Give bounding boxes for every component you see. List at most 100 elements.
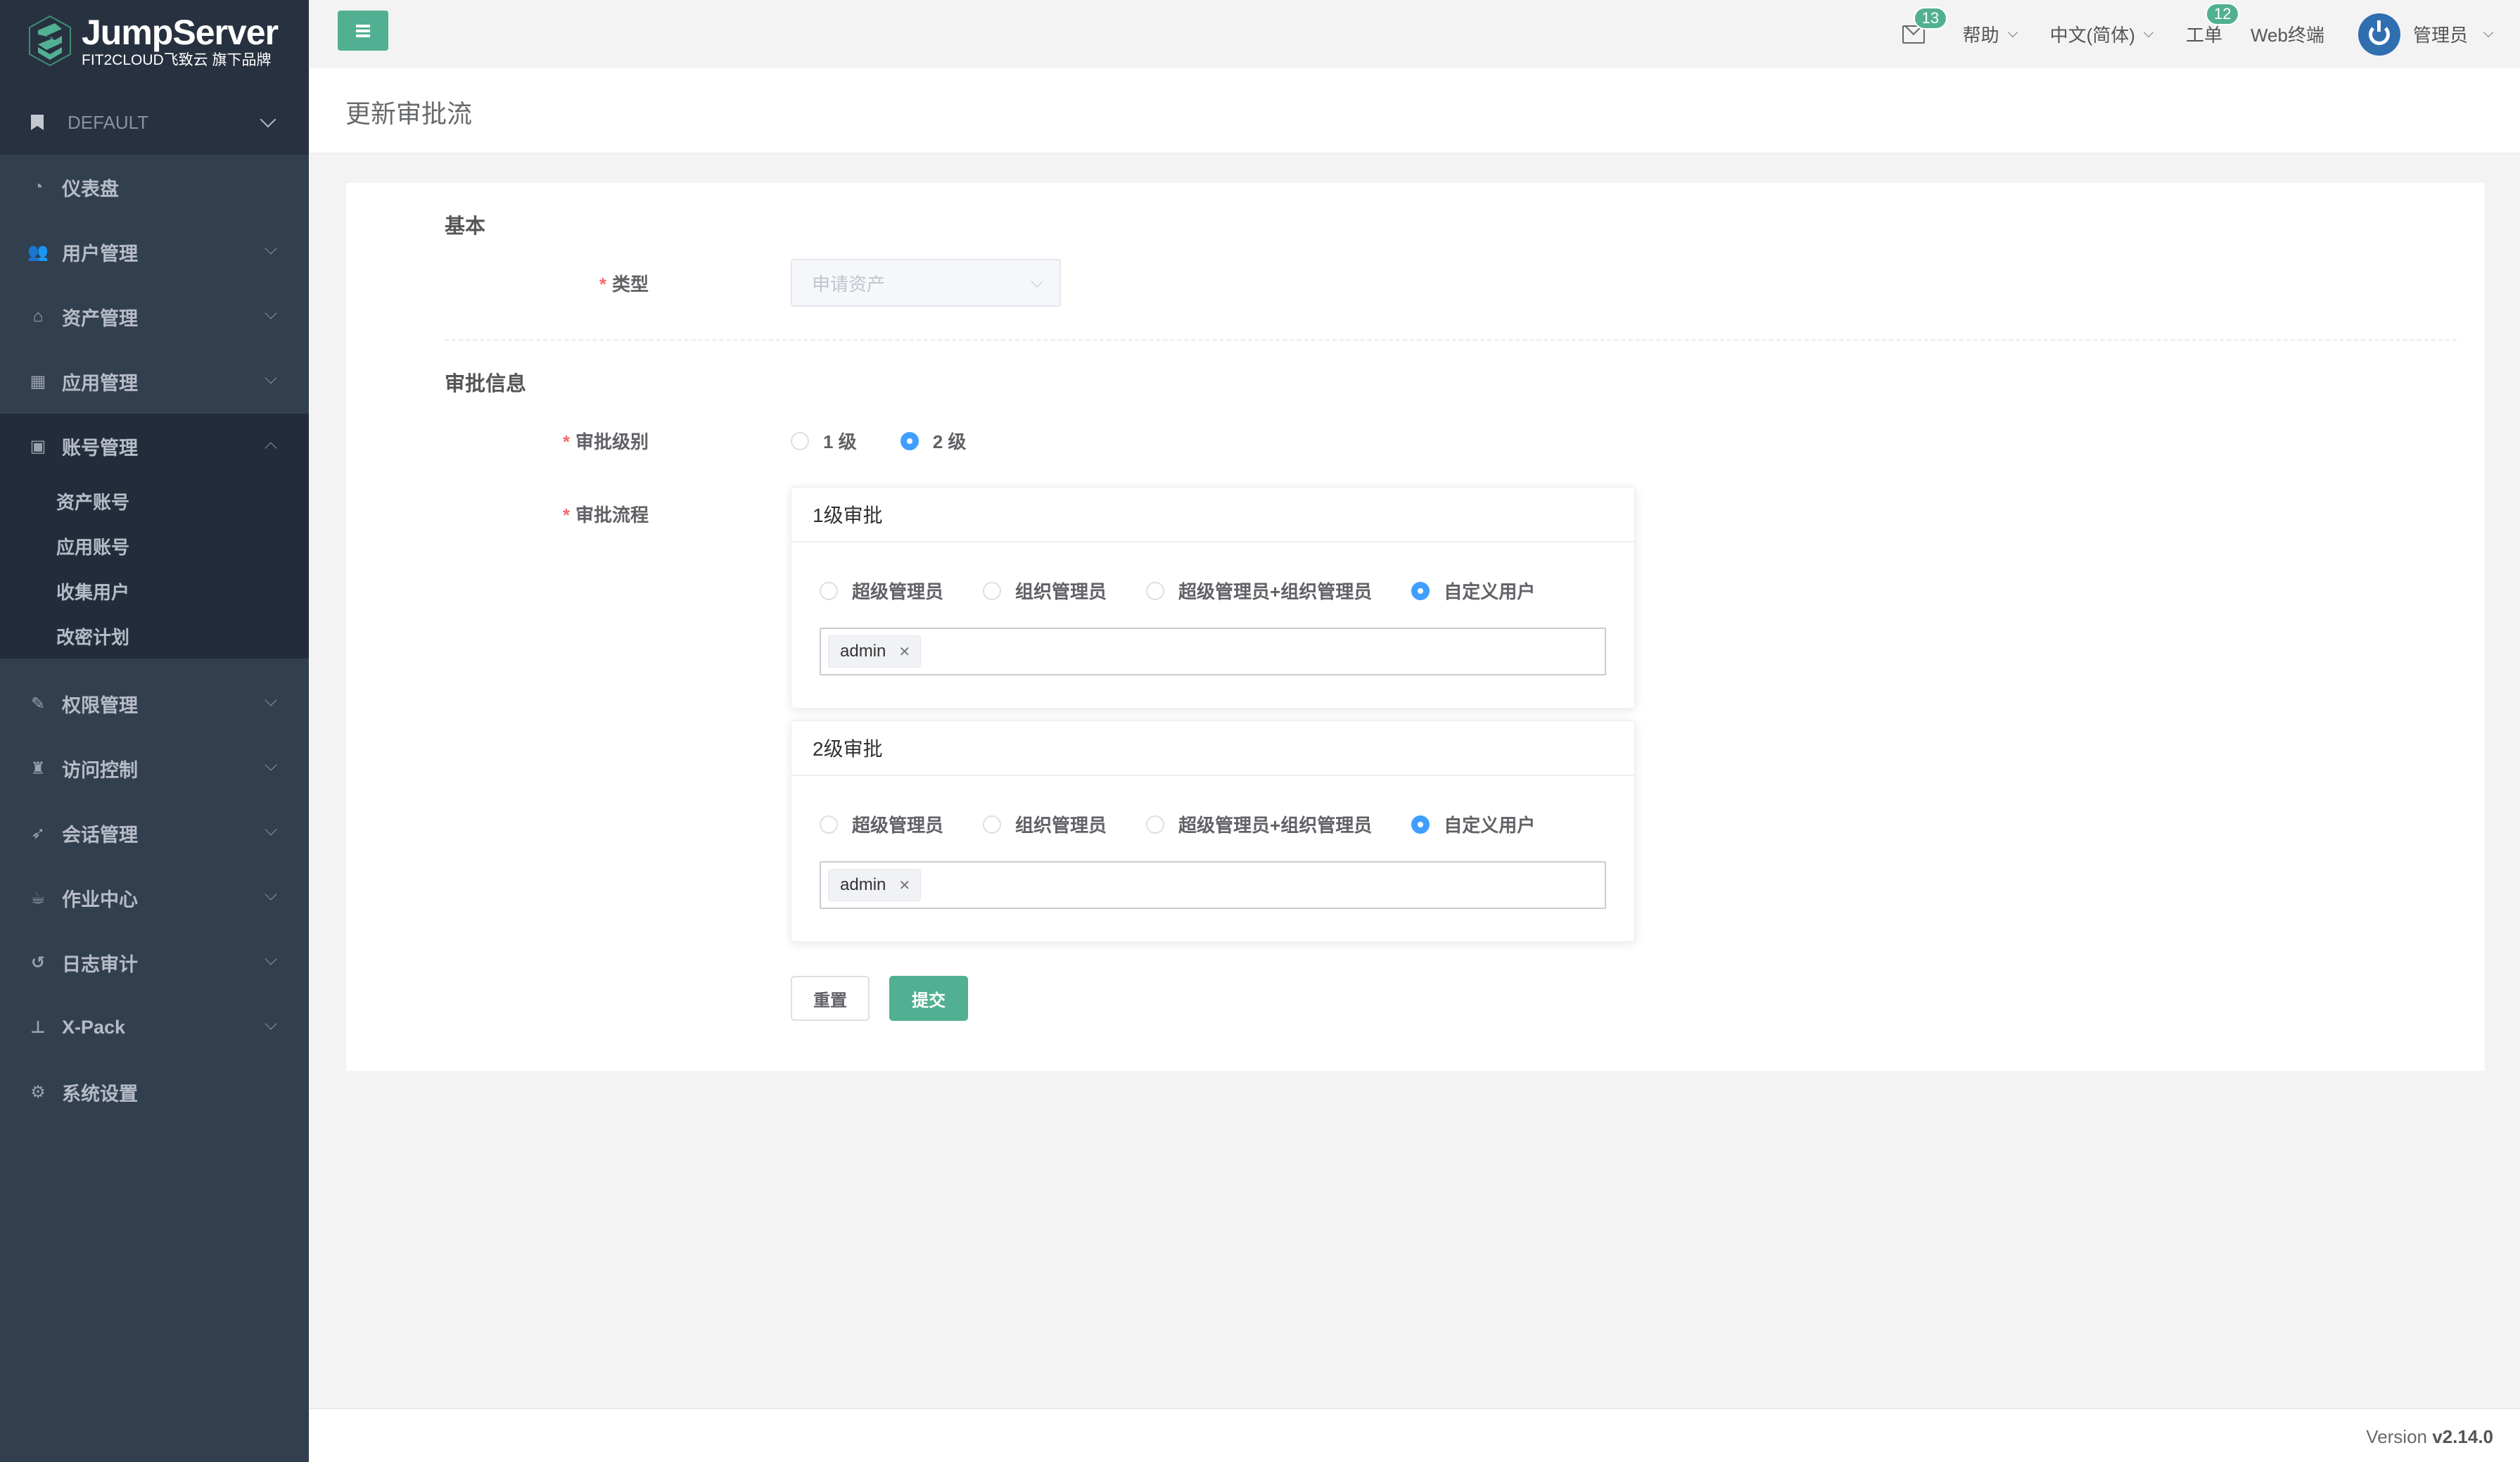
org-selector[interactable]: DEFAULT (0, 90, 309, 155)
jumpserver-logo-icon (29, 15, 71, 67)
sidebar-item-audits[interactable]: ↺ 日志审计 (0, 930, 309, 995)
sidebar-subitem-gathered-users[interactable]: 收集用户 (0, 568, 309, 614)
sidebar-item-label: 权限管理 (62, 694, 138, 716)
logo[interactable]: JumpServer FIT2CLOUD飞致云 旗下品牌 (28, 13, 279, 69)
reset-button[interactable]: 重置 (791, 976, 870, 1021)
language-dropdown[interactable]: 中文(简体) (2049, 21, 2154, 47)
version-number: v2.14.0 (2432, 1426, 2493, 1447)
sidebar-item-label: 资产管理 (62, 307, 138, 329)
approver-radio-custom-user[interactable]: 自定义用户 (1411, 578, 1535, 604)
approver-radio-super-admin[interactable]: 超级管理员 (820, 578, 943, 604)
approval-flow-form: 基本 * 类型 申请资产 审批信息 * 审批级别 1 级 2 级 * 审批流程 1级审… (346, 183, 2485, 1071)
level-radio-2[interactable]: 2 级 (900, 428, 967, 454)
help-dropdown[interactable]: 帮助 (1962, 21, 2018, 47)
approver-users-select[interactable]: admin ✕ (820, 861, 1606, 909)
type-label-text: 类型 (611, 274, 649, 295)
approver-users-select[interactable]: admin ✕ (820, 628, 1606, 675)
chevron-down-icon (260, 111, 276, 128)
sidebar-item-label: 应用管理 (62, 372, 138, 394)
sidebar-subitem-change-password-plan[interactable]: 改密计划 (0, 614, 309, 659)
sidebar-item-applications[interactable]: ▦ 应用管理 (0, 349, 309, 414)
user-name: 管理员 (2412, 25, 2468, 46)
chevron-down-icon (2483, 27, 2494, 37)
user-tag-label: admin (840, 642, 886, 661)
bookmark-icon (31, 115, 44, 130)
sidebar-item-label: 作业中心 (62, 889, 138, 910)
sidebar-item-accounts[interactable]: ▣ 账号管理 (0, 414, 309, 478)
sidebar-item-label: 日志审计 (62, 953, 138, 975)
chevron-down-icon (265, 823, 277, 836)
castle-icon: ♜ (30, 758, 46, 778)
close-icon[interactable]: ✕ (898, 643, 910, 661)
chevron-down-icon (265, 694, 277, 706)
sidebar-item-label: 会话管理 (62, 824, 138, 846)
sidebar-item-label: 用户管理 (62, 243, 138, 265)
chevron-down-icon (2143, 27, 2154, 37)
radio-label: 2 级 (932, 431, 967, 452)
required-mark: * (562, 504, 570, 526)
sidebar-item-settings[interactable]: ⚙ 系统设置 (0, 1060, 309, 1124)
approver-radio-super-and-org-admin[interactable]: 超级管理员+组织管理员 (1146, 811, 1372, 837)
user-dropdown[interactable]: 管理员 (2357, 13, 2494, 56)
level-radio-1[interactable]: 1 级 (791, 428, 857, 454)
mail-badge: 13 (1913, 6, 1948, 30)
brand-title: JumpServer (82, 13, 279, 52)
close-icon[interactable]: ✕ (898, 877, 910, 894)
approver-radio-org-admin[interactable]: 组织管理员 (983, 578, 1107, 604)
avatar (2357, 13, 2400, 56)
radio-label: 组织管理员 (1015, 581, 1107, 602)
edit-icon: ✎ (30, 694, 46, 713)
sidebar: JumpServer FIT2CLOUD飞致云 旗下品牌 DEFAULT ◔ 仪… (0, 0, 309, 1462)
required-mark: * (562, 431, 570, 452)
sidebar-subitem-app-accounts[interactable]: 应用账号 (0, 523, 309, 568)
type-select[interactable]: 申请资产 (791, 259, 1061, 307)
mail-button[interactable]: 13 (1902, 6, 1948, 44)
sidebar-subitem-asset-accounts[interactable]: 资产账号 (0, 478, 309, 523)
radio-unchecked-icon (820, 815, 838, 834)
radio-label: 超级管理员 (852, 581, 944, 602)
radio-unchecked-icon (983, 581, 1002, 600)
approver-radio-group: 超级管理员 组织管理员 超级管理员+组织管理员 自定义用户 (820, 811, 1606, 837)
submit-button[interactable]: 提交 (889, 976, 968, 1021)
approver-radio-org-admin[interactable]: 组织管理员 (983, 811, 1107, 837)
web-terminal-link[interactable]: Web终端 (2251, 21, 2324, 47)
sidebar-item-assets[interactable]: ⌂ 资产管理 (0, 284, 309, 349)
radio-label: 1 级 (823, 431, 857, 452)
radio-label: 超级管理员 (852, 815, 944, 836)
radio-checked-icon (900, 431, 919, 450)
coffee-icon: ☕ (30, 888, 46, 908)
sidebar-item-permissions[interactable]: ✎ 权限管理 (0, 671, 309, 736)
radio-unchecked-icon (983, 815, 1002, 834)
sidebar-item-label: X-Pack (62, 1016, 126, 1038)
sidebar-item-access-control[interactable]: ♜ 访问控制 (0, 736, 309, 801)
approver-radio-custom-user[interactable]: 自定义用户 (1411, 811, 1535, 837)
cogs-icon: ⚙ (30, 1082, 46, 1102)
section-divider (445, 339, 2457, 341)
sidebar-toggle-button[interactable] (338, 11, 388, 51)
chevron-down-icon (265, 371, 277, 384)
web-terminal-label: Web终端 (2250, 25, 2324, 46)
tickets-link[interactable]: 工单 12 (2186, 3, 2240, 47)
sidebar-item-xpack[interactable]: ⊥ X-Pack (0, 995, 309, 1060)
approval-card-title: 2级审批 (791, 721, 1634, 776)
chevron-down-icon (265, 888, 277, 901)
language-label: 中文(简体) (2049, 25, 2135, 46)
sidebar-item-dashboard[interactable]: ◔ 仪表盘 (0, 155, 309, 220)
help-label: 帮助 (1962, 25, 1999, 46)
footer: Version v2.14.0 (309, 1408, 2520, 1462)
sidebar-item-job-center[interactable]: ☕ 作业中心 (0, 865, 309, 930)
version-prefix: Version (2366, 1426, 2428, 1447)
chevron-down-icon (265, 758, 277, 771)
approver-radio-super-and-org-admin[interactable]: 超级管理员+组织管理员 (1146, 578, 1372, 604)
header-actions: 13 帮助 中文(简体) 工单 12 Web终端 管理员 (1902, 0, 2520, 68)
address-card-icon: ▣ (30, 436, 46, 456)
sidebar-item-sessions[interactable]: ➶ 会话管理 (0, 801, 309, 865)
sidebar-item-label: 系统设置 (62, 1083, 138, 1105)
sidebar-group-accounts: ▣ 账号管理 资产账号 应用账号 收集用户 改密计划 (0, 414, 309, 659)
radio-unchecked-icon (791, 431, 809, 450)
approver-radio-super-admin[interactable]: 超级管理员 (820, 811, 943, 837)
logo-area: JumpServer FIT2CLOUD飞致云 旗下品牌 DEFAULT (0, 0, 309, 155)
history-icon: ↺ (30, 953, 46, 972)
radio-unchecked-icon (1146, 581, 1165, 600)
sidebar-item-users[interactable]: 👥 用户管理 (0, 220, 309, 284)
